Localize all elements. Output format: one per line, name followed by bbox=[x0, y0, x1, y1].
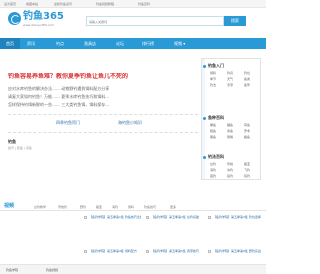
sidebar-link[interactable]: 翘嘴 bbox=[227, 135, 233, 139]
sidebar-link[interactable]: 黑鱼 bbox=[210, 135, 216, 139]
sidebar-link[interactable]: 路亚 bbox=[244, 162, 250, 166]
sidebar-link[interactable]: 鳊鱼 bbox=[244, 135, 250, 139]
bottom-tab[interactable]: 钓鱼视频 bbox=[46, 268, 58, 272]
nav-item-home[interactable]: 首页 bbox=[0, 38, 20, 49]
sidebar-link[interactable]: 天气 bbox=[227, 77, 233, 81]
video-tab[interactable]: 钓鱼技巧 bbox=[144, 205, 156, 209]
video-thumbnail[interactable] bbox=[84, 250, 87, 253]
divider bbox=[0, 210, 266, 211]
sidebar-link[interactable]: 草鱼 bbox=[244, 123, 250, 127]
sidebar-section-title: 钓法百科 bbox=[208, 154, 224, 159]
nav-item-forum[interactable]: 论坛 bbox=[116, 38, 124, 49]
video-tab[interactable]: 传统钓 bbox=[58, 205, 67, 209]
bottom-tab[interactable]: 钓鱼学院 bbox=[6, 268, 18, 272]
article-link[interactable]: 四季钓鱼窍门 bbox=[56, 120, 80, 125]
topbar-link-favorite[interactable]: 收藏本站 bbox=[26, 2, 38, 6]
fish-icon bbox=[203, 156, 206, 159]
nav-item-video[interactable]: 视频 ▾ bbox=[174, 38, 185, 49]
site-logo-text[interactable]: 钓鱼365 bbox=[23, 11, 64, 22]
divider bbox=[8, 114, 198, 115]
summary-line[interactable]: 应对水库钓鱼的解决办法…… 动物野钓遇到饵料配方分享 bbox=[8, 86, 198, 91]
video-card-title[interactable]: 【鱼钓学院】第五季第6集 野钓实战 bbox=[213, 249, 263, 253]
video-tab[interactable]: 野钓 bbox=[80, 205, 86, 209]
video-thumbnail[interactable] bbox=[84, 216, 87, 219]
topbar-link-wiki[interactable]: 钓鱼百科 bbox=[138, 2, 150, 6]
sidebar-section-title: 鱼种百科 bbox=[208, 115, 224, 120]
video-tab[interactable]: 台钓教学 bbox=[34, 205, 46, 209]
section-meta[interactable]: 技巧 | 装备 | 问答 bbox=[8, 146, 32, 150]
sidebar-link[interactable]: 饵料 bbox=[210, 71, 216, 75]
summary-line[interactable]: 请复大家如何钓鱼！万能…… 夏季水库钓鱼技巧和饵料… bbox=[8, 94, 198, 99]
sidebar-link[interactable]: 冰钓 bbox=[227, 168, 233, 172]
bottom-tab-bar: 钓鱼学院 钓鱼视频 bbox=[0, 264, 266, 274]
sidebar-link[interactable]: 鲫鱼 bbox=[210, 123, 216, 127]
sidebar-link[interactable]: 鱼竿 bbox=[244, 83, 250, 87]
section-label: 钓鱼 bbox=[8, 139, 16, 144]
fish-icon bbox=[203, 65, 206, 68]
video-tab[interactable]: 海钓 bbox=[112, 205, 118, 209]
sidebar-link[interactable]: 钓法 bbox=[210, 83, 216, 87]
sidebar-link[interactable]: 钓位 bbox=[244, 71, 250, 75]
sidebar-link[interactable]: 青鱼 bbox=[227, 129, 233, 133]
video-card-title[interactable]: 【鱼钓学院】第五季第5集 调漂技巧 bbox=[151, 249, 203, 253]
sidebar-link[interactable]: 钓具 bbox=[227, 71, 233, 75]
sidebar-link[interactable]: 季节 bbox=[210, 77, 216, 81]
sidebar-link[interactable]: 鲢鱼 bbox=[210, 129, 216, 133]
fish-icon bbox=[203, 117, 206, 120]
video-thumbnail[interactable] bbox=[208, 250, 211, 253]
logo-icon[interactable] bbox=[8, 12, 21, 25]
nav-item-spots[interactable]: 钓点 bbox=[56, 38, 64, 49]
top-bar: 设为首页 收藏本站 最新钓鱼资讯 钓鱼视频教程 钓鱼百科 bbox=[0, 0, 266, 8]
sidebar-link[interactable]: 海钓 bbox=[210, 168, 216, 172]
topbar-link-news[interactable]: 最新钓鱼资讯 bbox=[54, 2, 72, 6]
video-tab[interactable]: 更多 bbox=[170, 205, 176, 209]
headline-link[interactable]: 钓鱼容易养鱼难？教你夏季钓鱼让鱼儿不死的 bbox=[8, 73, 208, 81]
sidebar-link[interactable]: 飞钓 bbox=[244, 168, 250, 172]
topbar-link-video[interactable]: 钓鱼视频教程 bbox=[96, 2, 114, 6]
nav-item-ranking[interactable]: 排行榜 bbox=[142, 38, 154, 49]
sidebar-section-title: 钓鱼入门 bbox=[208, 63, 224, 68]
sidebar-panel: 钓鱼入门 饵料 钓具 钓位 季节 天气 鱼类 钓法 浮漂 鱼竿 鱼种百科 鲫鱼 … bbox=[201, 58, 261, 180]
divider bbox=[8, 132, 198, 133]
sidebar-link[interactable]: 浮漂 bbox=[227, 83, 233, 87]
nav-item-news[interactable]: 资讯 bbox=[27, 38, 35, 49]
video-card-title[interactable]: 【鱼钓学院】第五季第1集 钓鱼技巧全集 bbox=[89, 215, 141, 219]
sidebar-link[interactable]: 鲤鱼 bbox=[227, 123, 233, 127]
video-card-title[interactable]: 【鱼钓学院】第五季第2集 台钓基础 bbox=[151, 215, 203, 219]
article-link[interactable]: 海钓鱼小知识 bbox=[118, 120, 142, 125]
search-button[interactable]: 搜索 bbox=[224, 16, 246, 26]
topbar-link-home[interactable]: 设为首页 bbox=[4, 2, 16, 6]
search-input[interactable] bbox=[89, 19, 199, 24]
site-logo-url: www.diaoyu365.com bbox=[23, 23, 55, 27]
video-section-title: 视频 bbox=[4, 203, 15, 209]
sidebar-link[interactable]: 筏钓 bbox=[227, 174, 233, 178]
sidebar-link[interactable]: 罗非 bbox=[244, 129, 250, 133]
sidebar-link[interactable]: 鱼类 bbox=[244, 77, 250, 81]
video-thumbnail[interactable] bbox=[208, 216, 211, 219]
video-tab[interactable]: 路亚 bbox=[96, 205, 102, 209]
video-card-title[interactable]: 【鱼钓学院】第五季第3集 钓位选择 bbox=[213, 215, 263, 219]
video-thumbnail[interactable] bbox=[146, 250, 149, 253]
main-nav: 首页 资讯 钓点 渔具店 论坛 排行榜 视频 ▾ bbox=[0, 38, 266, 49]
sidebar-link[interactable]: 传统 bbox=[227, 162, 233, 166]
sidebar-link[interactable]: 矶钓 bbox=[244, 174, 250, 178]
sidebar-link[interactable]: 夜钓 bbox=[210, 174, 216, 178]
video-card-title[interactable]: 【鱼钓学院】第五季第4集 饵料配方 bbox=[89, 249, 141, 253]
video-tab[interactable]: 饵料 bbox=[128, 205, 134, 209]
summary-line[interactable]: 怎样保持钓饵新鲜的一些…… 三大类钓鱼饵，饵料保存… bbox=[8, 102, 198, 107]
nav-item-shops[interactable]: 渔具店 bbox=[84, 38, 96, 49]
search-box bbox=[86, 16, 224, 26]
sidebar-link[interactable]: 台钓 bbox=[210, 162, 216, 166]
video-thumbnail[interactable] bbox=[146, 216, 149, 219]
